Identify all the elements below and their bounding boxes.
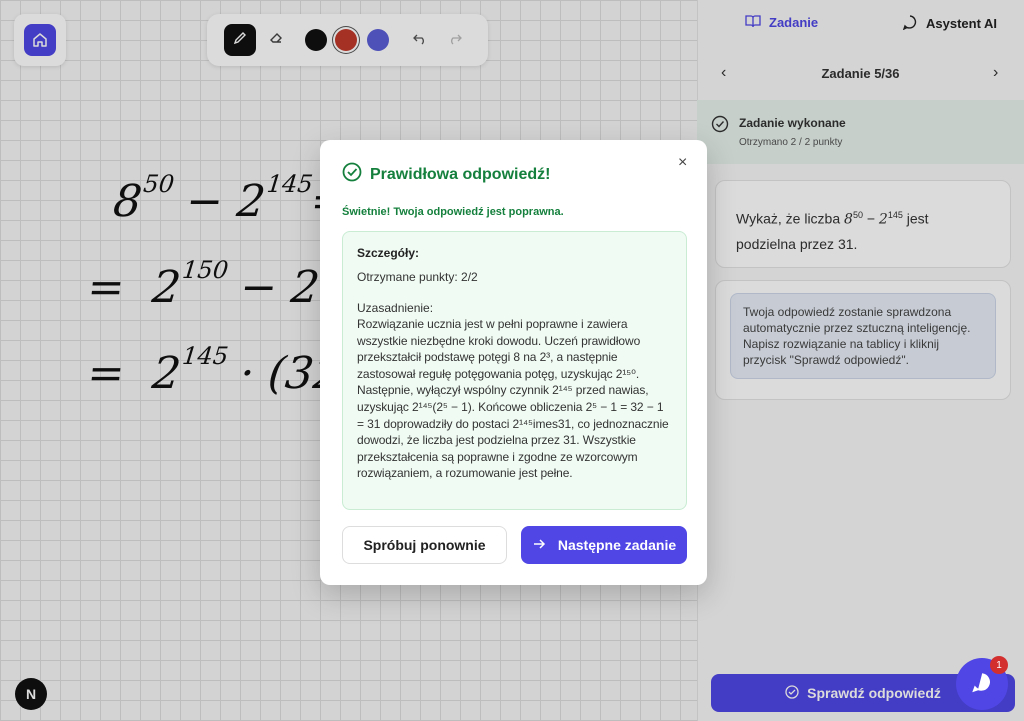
retry-button[interactable]: Spróbuj ponownie xyxy=(342,526,507,564)
close-icon[interactable]: × xyxy=(678,154,687,172)
justification-label: Uzasadnienie: xyxy=(357,301,434,315)
next-task-label: Następne zadanie xyxy=(557,537,677,553)
dialog-header: Prawidłowa odpowiedź! xyxy=(342,162,550,187)
justification-text: Rozwiązanie ucznia jest w pełni poprawne… xyxy=(357,317,669,481)
next-task-dialog-button[interactable]: Następne zadanie xyxy=(521,526,687,564)
chat-bubble-icon xyxy=(970,670,994,699)
details-label: Szczegóły: xyxy=(357,246,420,260)
points-text: Otrzymane punkty: 2/2 xyxy=(357,270,478,284)
result-dialog: Prawidłowa odpowiedź! × Świetnie! Twoja … xyxy=(320,140,707,585)
arrow-right-icon xyxy=(532,537,546,554)
notification-badge: 1 xyxy=(990,656,1008,674)
dialog-title: Prawidłowa odpowiedź! xyxy=(370,165,551,183)
dialog-subtitle: Świetnie! Twoja odpowiedź jest poprawna. xyxy=(342,206,564,218)
check-circle-icon xyxy=(342,162,362,187)
details-box: Szczegóły: Otrzymane punkty: 2/2 Uzasadn… xyxy=(342,231,687,510)
